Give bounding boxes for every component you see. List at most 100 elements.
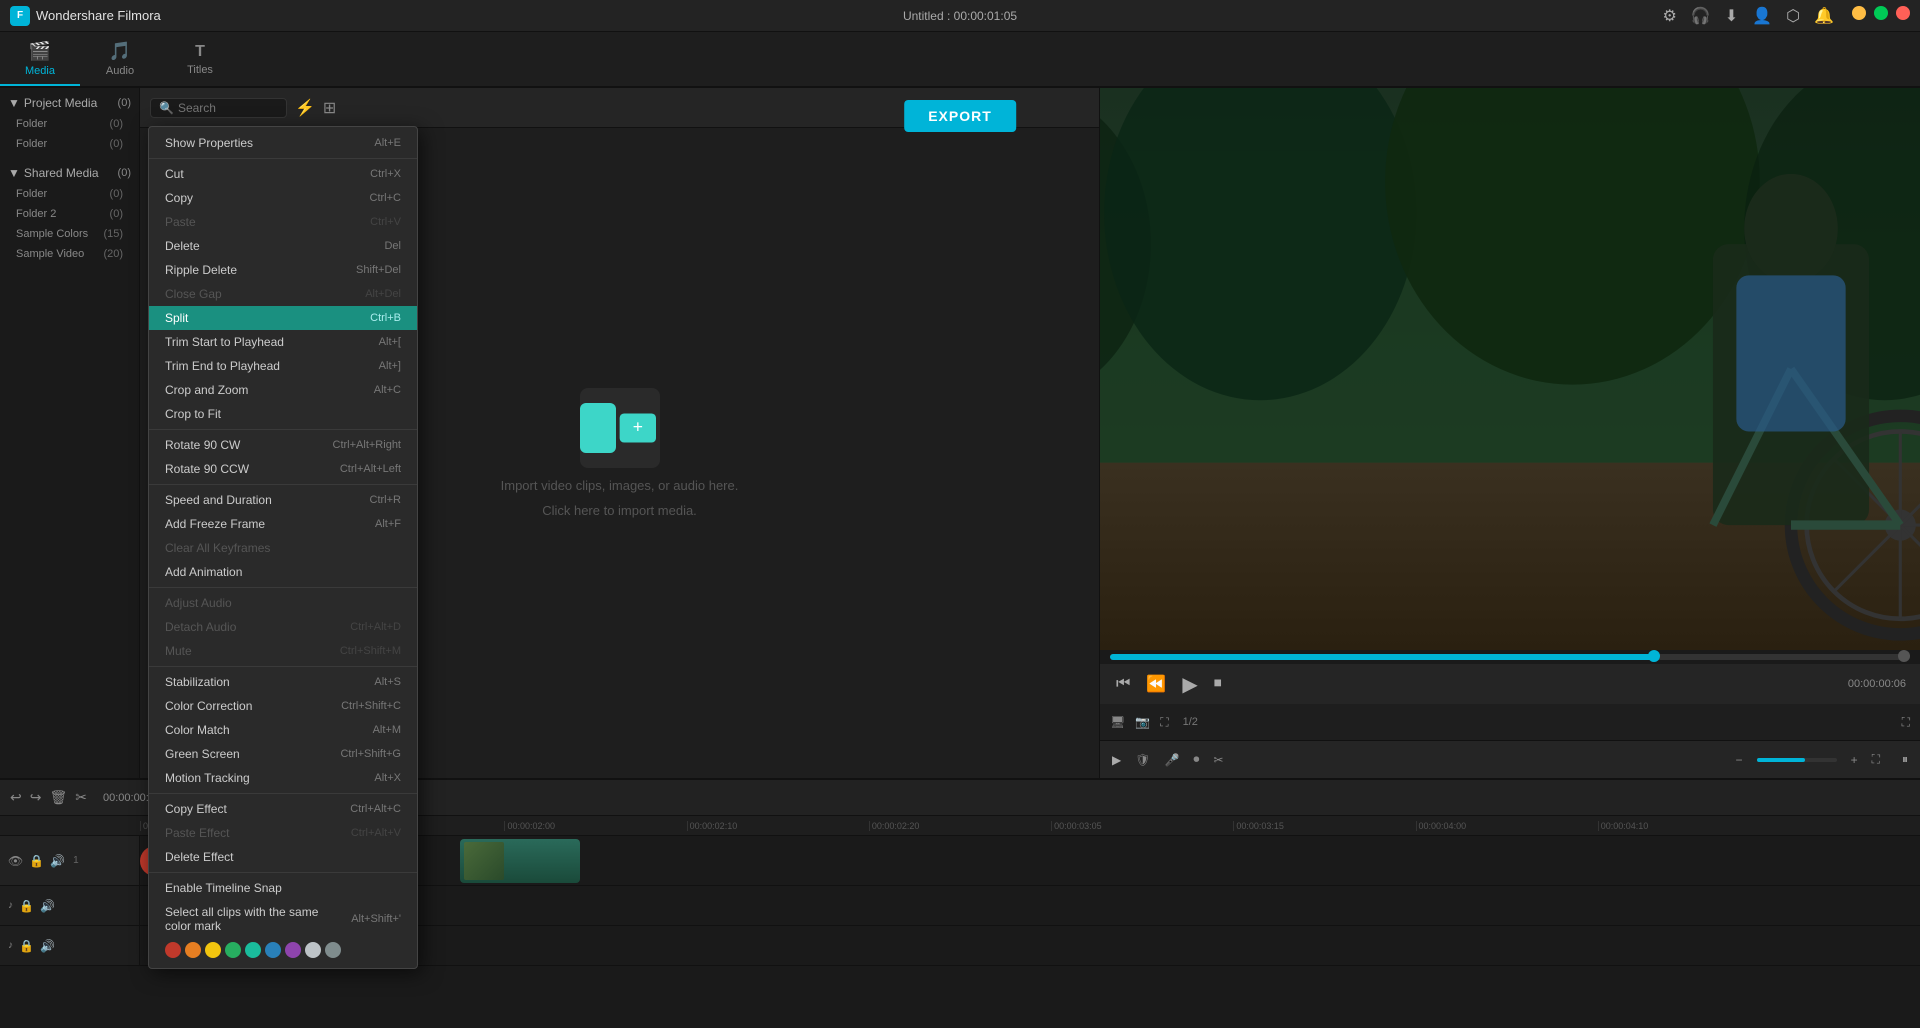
audio-wave-icon[interactable]: 🔊	[50, 854, 65, 868]
settings-icon[interactable]: ⚙	[1663, 6, 1677, 26]
color-dot-teal[interactable]	[245, 942, 261, 958]
stop-button[interactable]: ⏹	[1212, 673, 1224, 695]
maximize-button[interactable]	[1874, 6, 1888, 20]
menu-motion-tracking[interactable]: Motion Tracking Alt+X	[149, 766, 417, 790]
menu-copy-effect[interactable]: Copy Effect Ctrl+Alt+C	[149, 797, 417, 821]
color-dot-red[interactable]	[165, 942, 181, 958]
zoom-slider[interactable]	[1757, 758, 1837, 762]
end-marker	[1898, 650, 1910, 662]
zoom-in-icon[interactable]: +	[1851, 753, 1858, 767]
project-media-header[interactable]: ▼ Project Media (0)	[0, 92, 139, 114]
expand-icon[interactable]: ⛶	[1902, 715, 1910, 730]
menu-clear-keyframes: Clear All Keyframes	[149, 536, 417, 560]
color-dot-gray[interactable]	[325, 942, 341, 958]
fullscreen-icon[interactable]: ⛶	[1160, 715, 1168, 730]
menu-rotate-ccw[interactable]: Rotate 90 CCW Ctrl+Alt+Left	[149, 457, 417, 481]
split-icon[interactable]: ✂	[1213, 753, 1223, 767]
close-button[interactable]	[1896, 6, 1910, 20]
record-icon[interactable]: ⏺	[1193, 752, 1199, 767]
progress-track[interactable]	[1110, 654, 1910, 660]
clip-2[interactable]	[460, 839, 580, 883]
menu-speed-duration[interactable]: Speed and Duration Ctrl+R	[149, 488, 417, 512]
audio-icon-2: ♪	[8, 940, 13, 951]
color-dot-orange[interactable]	[185, 942, 201, 958]
speaker-icon[interactable]: 🔊	[40, 899, 55, 913]
shared-media-header[interactable]: ▼ Shared Media (0)	[0, 162, 139, 184]
menu-copy[interactable]: Copy Ctrl+C	[149, 186, 417, 210]
eye-icon[interactable]: 👁	[8, 854, 23, 868]
menu-delete[interactable]: Delete Del	[149, 234, 417, 258]
play-button[interactable]: ▶	[1180, 670, 1199, 699]
grid-icon[interactable]: ⊞	[323, 98, 336, 118]
menu-crop-zoom[interactable]: Crop and Zoom Alt+C	[149, 378, 417, 402]
tab-media[interactable]: 🎬 Media	[0, 34, 80, 86]
minimize-button[interactable]	[1852, 6, 1866, 20]
search-input[interactable]	[178, 101, 278, 115]
sample-video-item[interactable]: Sample Video (20)	[0, 244, 139, 264]
search-box[interactable]: 🔍	[150, 98, 287, 118]
headphone-icon[interactable]: 🎧	[1691, 6, 1711, 26]
lock-icon-2[interactable]: 🔒	[19, 899, 34, 913]
preview-progress-bar[interactable]	[1100, 650, 1920, 664]
speaker-icon-2[interactable]: 🔊	[40, 939, 55, 953]
menu-cut[interactable]: Cut Ctrl+X	[149, 162, 417, 186]
shared-folder-2[interactable]: Folder 2 (0)	[0, 204, 139, 224]
fit-icon[interactable]: ⛶	[1872, 752, 1880, 767]
color-dot-yellow[interactable]	[205, 942, 221, 958]
menu-sep-2	[149, 429, 417, 430]
menu-show-properties[interactable]: Show Properties Alt+E	[149, 131, 417, 155]
zoom-out-icon[interactable]: −	[1736, 753, 1743, 767]
menu-crop-fit[interactable]: Crop to Fit	[149, 402, 417, 426]
export-button[interactable]: EXPORT	[904, 100, 1016, 132]
menu-green-screen[interactable]: Green Screen Ctrl+Shift+G	[149, 742, 417, 766]
pause-icon-2[interactable]: ⏸	[1902, 752, 1908, 767]
project-folder-2[interactable]: Folder (0)	[0, 134, 139, 154]
menu-rotate-cw[interactable]: Rotate 90 CW Ctrl+Alt+Right	[149, 433, 417, 457]
filter-icon[interactable]: ⚡	[295, 98, 315, 118]
menu-trim-end[interactable]: Trim End to Playhead Alt+]	[149, 354, 417, 378]
progress-handle[interactable]	[1648, 650, 1660, 662]
play-icon-2[interactable]: ▶	[1112, 753, 1121, 767]
menu-add-animation[interactable]: Add Animation	[149, 560, 417, 584]
menu-ripple-delete[interactable]: Ripple Delete Shift+Del	[149, 258, 417, 282]
share-icon[interactable]: ⬡	[1786, 6, 1800, 26]
account-icon[interactable]: 👤	[1752, 6, 1772, 26]
tab-audio[interactable]: 🎵 Audio	[80, 34, 160, 86]
menu-paste-effect: Paste Effect Ctrl+Alt+V	[149, 821, 417, 845]
menu-delete-effect[interactable]: Delete Effect	[149, 845, 417, 869]
lock-icon[interactable]: 🔒	[29, 854, 44, 868]
menu-split[interactable]: Split Ctrl+B	[149, 306, 417, 330]
shared-folder-1[interactable]: Folder (0)	[0, 184, 139, 204]
step-back-button[interactable]: ⏪	[1144, 672, 1168, 696]
skip-back-button[interactable]: ⏮	[1114, 673, 1132, 695]
color-dot-purple[interactable]	[285, 942, 301, 958]
camera-icon[interactable]: 📷	[1135, 715, 1150, 729]
window-title: Untitled : 00:00:01:05	[903, 9, 1017, 23]
project-folder-1[interactable]: Folder (0)	[0, 114, 139, 134]
download-icon[interactable]: ⬇	[1725, 6, 1738, 26]
menu-enable-snap[interactable]: Enable Timeline Snap	[149, 876, 417, 900]
menu-close-gap: Close Gap Alt+Del	[149, 282, 417, 306]
lock-icon-3[interactable]: 🔒	[19, 939, 34, 953]
cut-icon[interactable]: ✂	[75, 789, 87, 806]
mic-icon[interactable]: 🎤	[1164, 753, 1179, 767]
color-dot-blue[interactable]	[265, 942, 281, 958]
menu-trim-start[interactable]: Trim Start to Playhead Alt+[	[149, 330, 417, 354]
notification-icon[interactable]: 🔔	[1814, 6, 1834, 26]
monitor-icon[interactable]: 🖥	[1110, 715, 1125, 729]
menu-sep-4	[149, 587, 417, 588]
color-dot-green[interactable]	[225, 942, 241, 958]
redo-icon[interactable]: ↪	[30, 789, 42, 806]
menu-color-correction[interactable]: Color Correction Ctrl+Shift+C	[149, 694, 417, 718]
tab-titles[interactable]: T Titles	[160, 34, 240, 86]
undo-icon[interactable]: ↩	[10, 789, 22, 806]
menu-stabilization[interactable]: Stabilization Alt+S	[149, 670, 417, 694]
menu-freeze-frame[interactable]: Add Freeze Frame Alt+F	[149, 512, 417, 536]
menu-color-match[interactable]: Color Match Alt+M	[149, 718, 417, 742]
delete-clip-icon[interactable]: 🗑	[49, 789, 67, 806]
sample-colors-item[interactable]: Sample Colors (15)	[0, 224, 139, 244]
menu-select-same-color[interactable]: Select all clips with the same color mar…	[149, 900, 417, 938]
menu-sep-7	[149, 872, 417, 873]
shield-icon[interactable]: 🛡	[1135, 753, 1150, 767]
color-dot-lightgray[interactable]	[305, 942, 321, 958]
